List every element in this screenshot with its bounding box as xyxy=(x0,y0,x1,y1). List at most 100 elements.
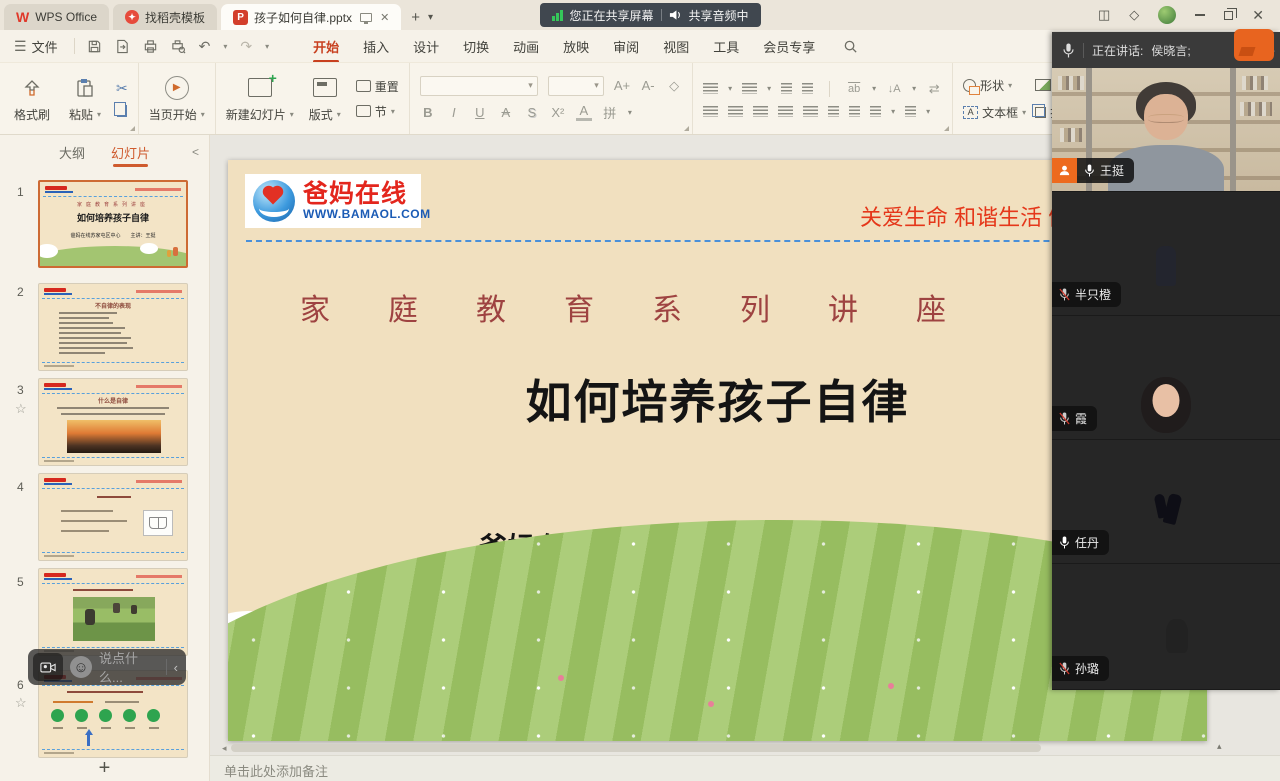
slide-thumbnail-4[interactable] xyxy=(38,473,188,561)
file-menu[interactable]: ☰ 文件 xyxy=(0,37,68,56)
redo-icon[interactable]: ↷ xyxy=(240,38,252,55)
align-left-icon[interactable] xyxy=(703,106,718,117)
strikethrough-button[interactable]: A xyxy=(498,105,514,120)
wps-window: W WPS Office ✦ 找稻壳模板 P 孩子如何自律.pptx ✕ + ▾… xyxy=(0,0,1280,781)
tab-docer-template[interactable]: ✦ 找稻壳模板 xyxy=(113,4,217,30)
layout-button[interactable]: 版式▾ xyxy=(303,75,347,123)
paste-button[interactable]: 粘贴▾ xyxy=(63,75,107,123)
toolbar-dropdown-icon[interactable]: ▾ xyxy=(265,42,269,51)
font-name-select[interactable] xyxy=(420,76,538,96)
align-right-icon[interactable] xyxy=(753,106,768,117)
vertical-text-icon[interactable]: ↓A xyxy=(886,83,902,95)
font-size-select[interactable] xyxy=(548,76,604,96)
emoji-button[interactable]: ☺ xyxy=(70,656,92,678)
justify-icon[interactable] xyxy=(778,106,793,117)
tab-animations[interactable]: 动画 xyxy=(501,31,551,62)
tab-transitions[interactable]: 切换 xyxy=(451,31,501,62)
line-spacing-icon[interactable] xyxy=(870,106,881,117)
tab-view[interactable]: 视图 xyxy=(651,31,701,62)
align-center-icon[interactable] xyxy=(728,106,743,117)
undo-dropdown-icon[interactable]: ▾ xyxy=(223,42,227,51)
output-share-icon[interactable] xyxy=(115,39,130,54)
increase-indent-icon[interactable] xyxy=(802,83,813,94)
video-tile-rendan[interactable]: 任丹 xyxy=(1052,440,1280,564)
align-text-icon[interactable] xyxy=(905,106,916,117)
horizontal-scrollbar[interactable]: ◂ xyxy=(222,742,1214,754)
superscript-button[interactable]: X² xyxy=(550,105,566,120)
clipboard-expand-icon[interactable] xyxy=(130,126,135,131)
undo-icon[interactable]: ↶ xyxy=(199,38,211,55)
slide-thumbnail-1[interactable]: 家庭教育系列讲座 如何培养孩子自律 爸妈在线苏家屯区中心 主讲：王挺 xyxy=(38,180,188,268)
add-slide-button[interactable]: + xyxy=(0,757,209,780)
slide-thumbnail-3[interactable]: 什么是自律 xyxy=(38,378,188,466)
italic-button[interactable]: I xyxy=(446,105,462,120)
video-tile-wangting[interactable]: 王挺 xyxy=(1052,68,1280,192)
video-tile-banzhicheng[interactable]: 半只橙 xyxy=(1052,192,1280,316)
close-button[interactable]: ✕ xyxy=(1252,7,1264,24)
line-spacing-down-icon[interactable] xyxy=(849,106,860,117)
distribute-icon[interactable] xyxy=(803,106,818,117)
reset-button[interactable]: 重置 xyxy=(356,78,399,95)
paragraph-expand-icon[interactable] xyxy=(944,126,949,131)
camera-toggle-button[interactable] xyxy=(33,653,63,681)
print-preview-icon[interactable] xyxy=(171,39,186,54)
bold-button[interactable]: B xyxy=(420,105,436,120)
underline-button[interactable]: U xyxy=(472,105,488,120)
scroll-left-icon[interactable]: ◂ xyxy=(222,743,227,754)
tab-wps-home[interactable]: W WPS Office xyxy=(4,4,109,30)
cut-button[interactable]: ✂ xyxy=(116,80,128,97)
highlight-button[interactable]: 拼 xyxy=(602,103,618,122)
line-spacing-up-icon[interactable] xyxy=(828,106,839,117)
video-tile-xia[interactable]: 霞 xyxy=(1052,316,1280,440)
section-button[interactable]: 节▾ xyxy=(356,103,395,120)
format-painter-button[interactable]: 格式刷 xyxy=(10,75,54,123)
slide-thumbnail-2[interactable]: 不自律的表现 xyxy=(38,283,188,371)
decrease-indent-icon[interactable] xyxy=(781,83,792,94)
search-icon[interactable] xyxy=(843,39,858,54)
tab-document[interactable]: P 孩子如何自律.pptx ✕ xyxy=(221,4,401,30)
new-slide-button[interactable]: 新建幻灯片▾ xyxy=(226,75,294,123)
new-tab-button[interactable]: + xyxy=(411,9,420,26)
tab-close-icon[interactable]: ✕ xyxy=(380,11,389,24)
user-avatar[interactable] xyxy=(1158,6,1176,24)
increase-font-button[interactable]: A+ xyxy=(614,78,630,93)
tab-insert[interactable]: 插入 xyxy=(351,31,401,62)
save-icon[interactable] xyxy=(87,39,102,54)
collapse-panel-icon[interactable]: < xyxy=(192,145,199,159)
print-icon[interactable] xyxy=(143,39,158,54)
tab-design[interactable]: 设计 xyxy=(401,31,451,62)
tab-outline[interactable]: 大纲 xyxy=(59,143,85,167)
video-tile-sunlu[interactable]: 孙璐 xyxy=(1052,564,1280,690)
restore-button[interactable] xyxy=(1224,11,1233,20)
font-color-button[interactable]: A xyxy=(576,103,592,121)
chat-input[interactable]: 说点什么... xyxy=(99,648,159,686)
tab-member[interactable]: 会员专享 xyxy=(751,31,827,62)
numbered-list-icon[interactable] xyxy=(742,83,757,94)
scroll-up-icon[interactable]: ▴ xyxy=(1217,742,1222,752)
tab-list-dropdown[interactable]: ▾ xyxy=(428,12,433,23)
shapes-button[interactable]: 形状▾ xyxy=(963,77,1012,94)
notes-placeholder[interactable]: 单击此处添加备注 xyxy=(210,755,1280,781)
tab-slideshow[interactable]: 放映 xyxy=(551,31,601,62)
3d-model-icon[interactable]: ◇ xyxy=(1129,7,1139,23)
scrollbar-thumb[interactable] xyxy=(231,744,1041,752)
font-expand-icon[interactable] xyxy=(684,126,689,131)
clear-format-button[interactable]: ◇ xyxy=(666,78,682,94)
collapse-chat-icon[interactable]: ‹ xyxy=(174,660,178,675)
tab-review[interactable]: 审阅 xyxy=(601,31,651,62)
meeting-orange-tab[interactable] xyxy=(1234,29,1274,61)
bullet-list-icon[interactable] xyxy=(703,83,718,94)
tab-home[interactable]: 开始 xyxy=(301,31,351,62)
slide-thumbnail-5[interactable] xyxy=(38,568,188,656)
tab-slides[interactable]: 幻灯片 xyxy=(111,143,150,167)
convert-smartart-icon[interactable]: ⇄ xyxy=(926,81,942,97)
minimize-button[interactable] xyxy=(1195,14,1205,16)
reading-layout-icon[interactable]: ◫ xyxy=(1098,7,1110,23)
textbox-button[interactable]: A文本框▾ xyxy=(963,104,1026,121)
tab-tools[interactable]: 工具 xyxy=(701,31,751,62)
text-shadow-button[interactable]: S xyxy=(524,105,540,120)
decrease-font-button[interactable]: A- xyxy=(640,78,656,93)
text-direction-icon[interactable]: ab xyxy=(846,83,862,95)
play-from-current-button[interactable]: ▶ 当页开始▾ xyxy=(149,75,205,123)
copy-button[interactable] xyxy=(117,105,127,117)
